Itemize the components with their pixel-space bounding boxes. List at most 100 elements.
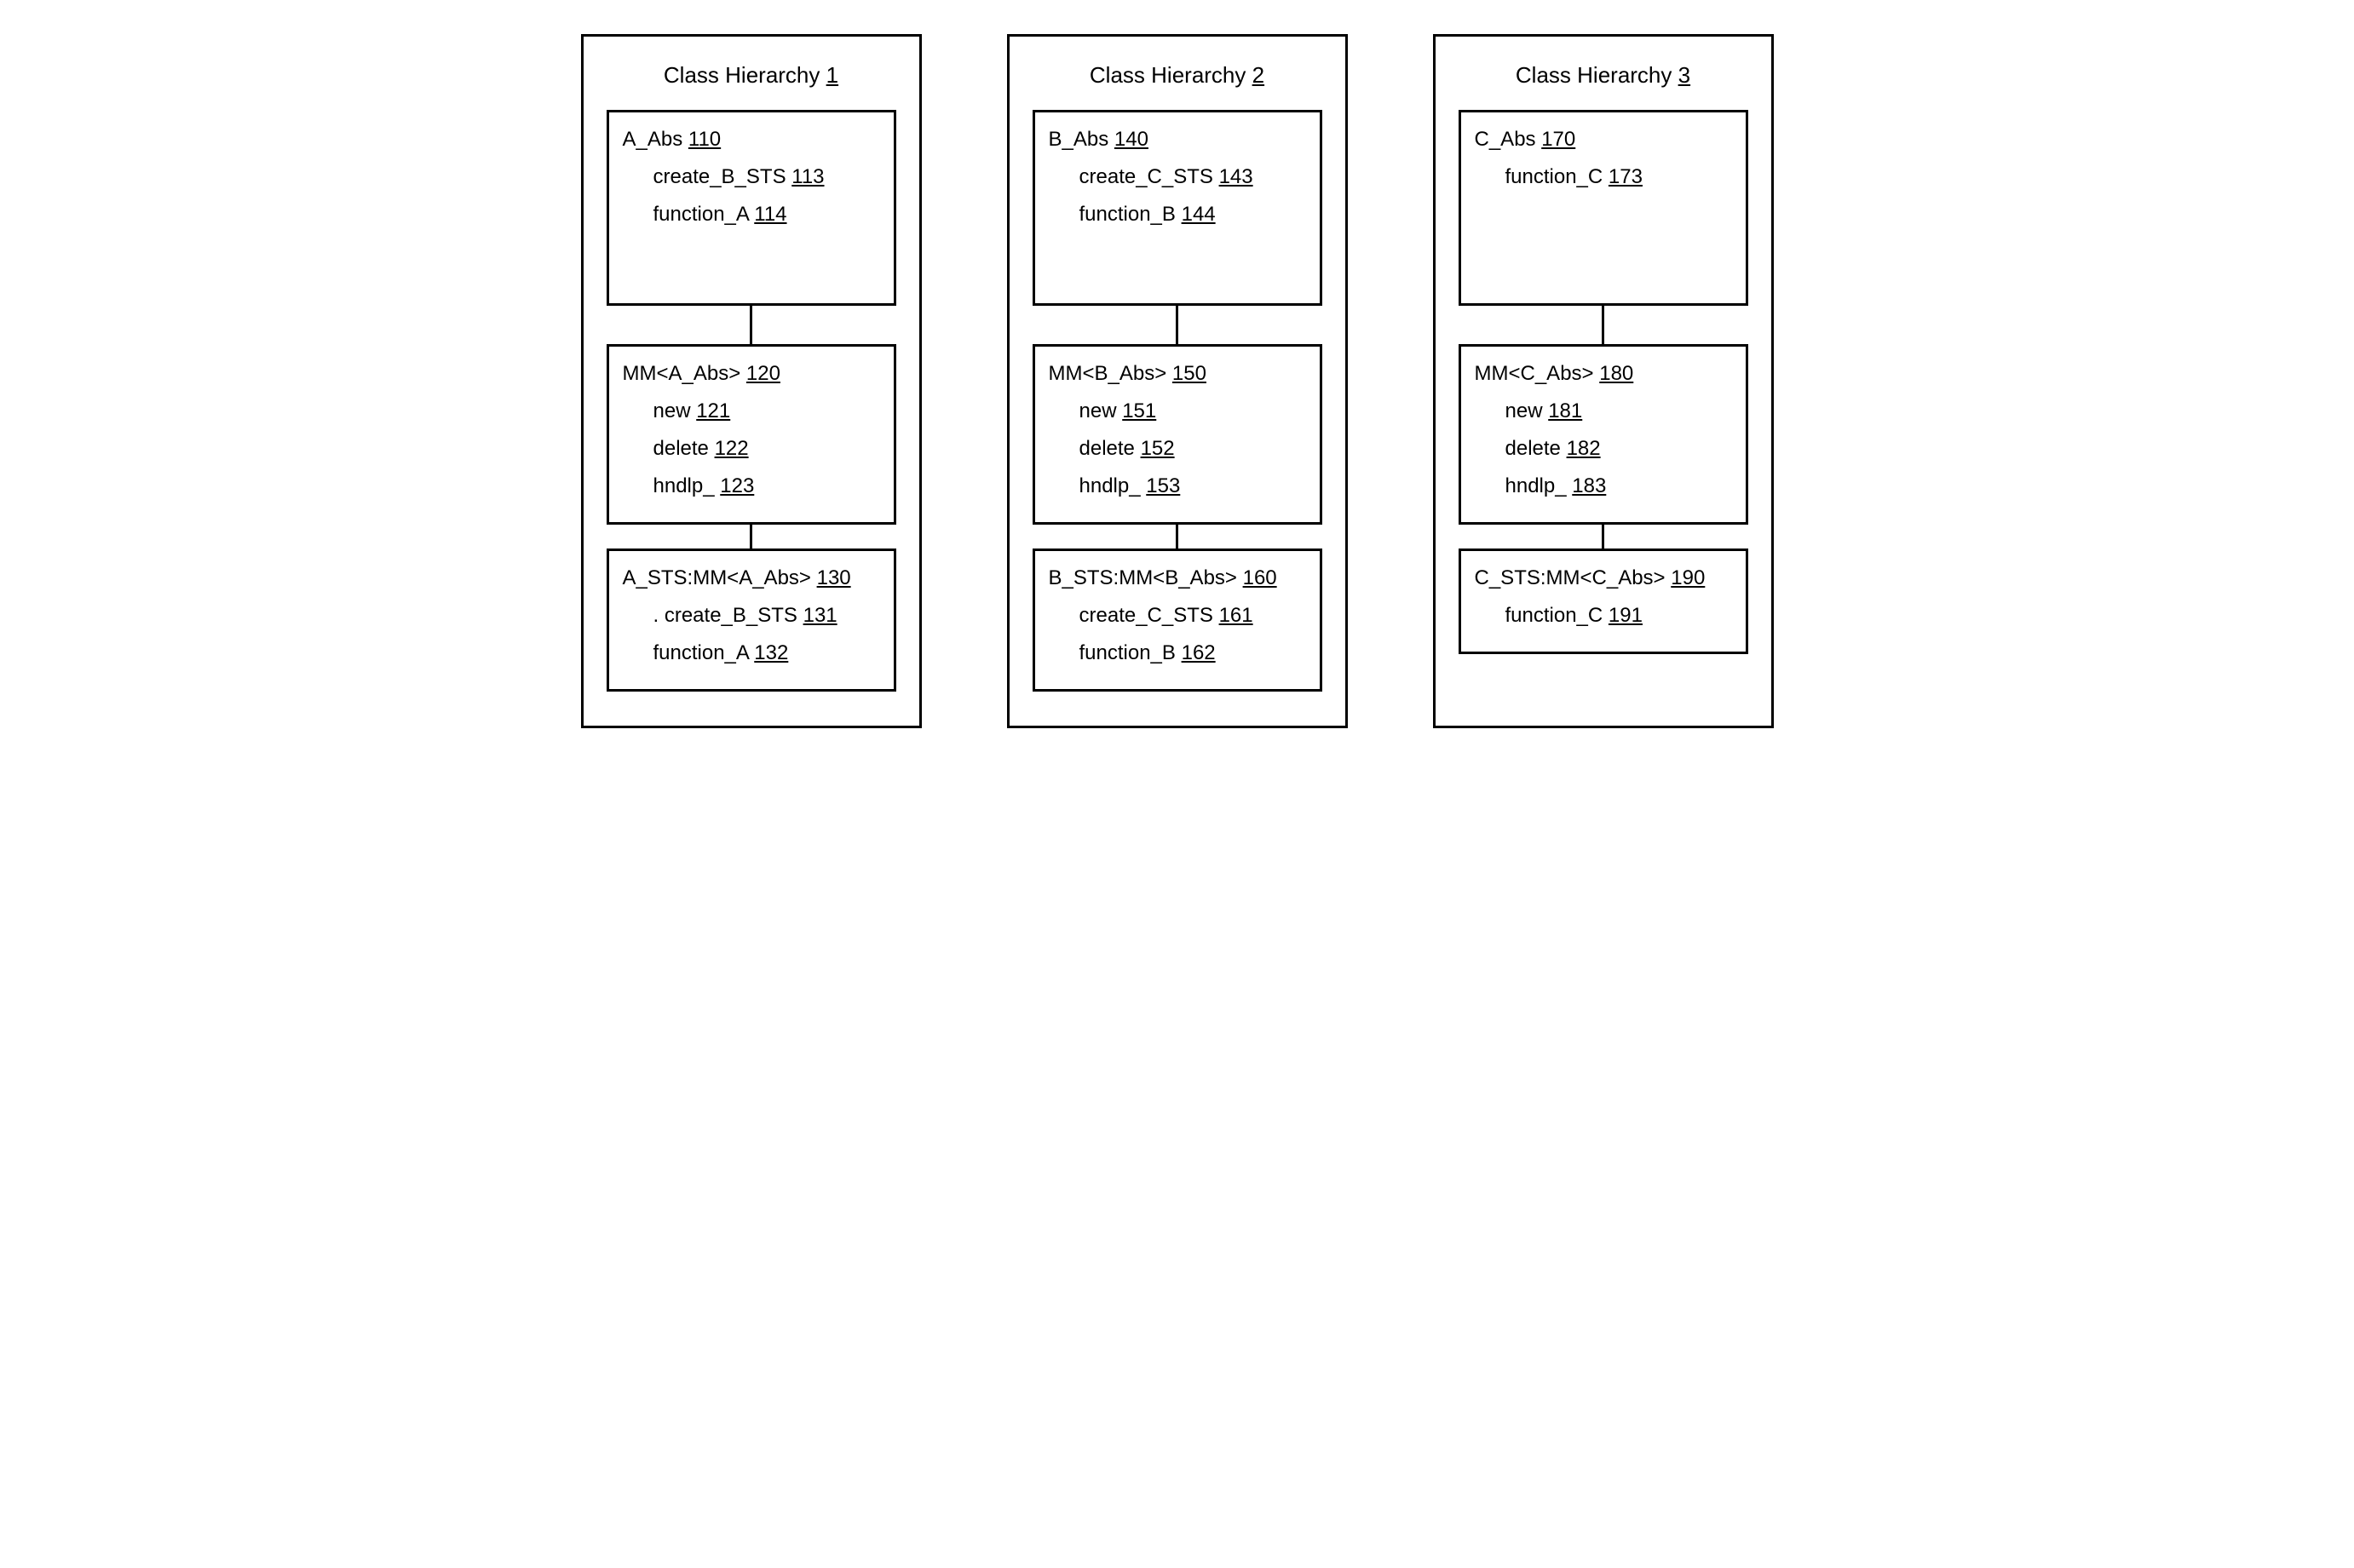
member-name: hndlp_ (1505, 474, 1573, 497)
class-ref: 170 (1541, 128, 1575, 151)
class-header: C_Abs 170 (1475, 128, 1732, 152)
title-number: 1 (826, 62, 838, 88)
member-ref: 162 (1182, 641, 1216, 664)
member-name: delete (1079, 437, 1141, 460)
class-header: B_Abs 140 (1049, 128, 1306, 152)
title-prefix: Class Hierarchy (1516, 62, 1678, 88)
member-name: create_C_STS (1079, 165, 1219, 188)
title-prefix: Class Hierarchy (1090, 62, 1252, 88)
member: new 181 (1505, 396, 1732, 427)
class-box-b-abs: B_Abs 140 create_C_STS 143 function_B 14… (1033, 110, 1322, 306)
member-ref: 153 (1146, 474, 1180, 497)
member-ref: 144 (1182, 203, 1216, 226)
member: create_B_STS 131 (653, 600, 880, 631)
connector-line (1602, 306, 1604, 344)
class-box-mm-a-abs: MM<A_Abs> 120 new 121 delete 122 hndlp_ … (607, 344, 896, 525)
member-ref: 151 (1122, 399, 1156, 422)
member-ref: 122 (715, 437, 749, 460)
member: hndlp_ 183 (1505, 471, 1732, 502)
member: new 151 (1079, 396, 1306, 427)
member-name: new (1079, 399, 1123, 422)
member-name: hndlp_ (1079, 474, 1147, 497)
member: hndlp_ 123 (653, 471, 880, 502)
member-name: function_A (653, 641, 755, 664)
connector-line (750, 525, 752, 549)
member-name: hndlp_ (653, 474, 721, 497)
member: new 121 (653, 396, 880, 427)
member-name: delete (653, 437, 715, 460)
class-name: MM<A_Abs> (623, 362, 746, 385)
member-ref: 123 (720, 474, 754, 497)
class-name: MM<B_Abs> (1049, 362, 1172, 385)
member: hndlp_ 153 (1079, 471, 1306, 502)
class-name: A_Abs (623, 128, 688, 151)
member: create_C_STS 161 (1079, 600, 1306, 631)
class-box-c-abs: C_Abs 170 function_C 173 (1459, 110, 1748, 306)
member-ref: 143 (1219, 165, 1253, 188)
member: create_B_STS 113 (653, 162, 880, 192)
member-ref: 181 (1548, 399, 1582, 422)
class-header: B_STS:MM<B_Abs> 160 (1049, 566, 1306, 590)
connector-line (1176, 525, 1178, 549)
member: create_C_STS 143 (1079, 162, 1306, 192)
hierarchy-title: Class Hierarchy 2 (1090, 62, 1264, 89)
member: function_C 173 (1505, 162, 1732, 192)
title-prefix: Class Hierarchy (664, 62, 826, 88)
connector-line (1602, 525, 1604, 549)
class-ref: 110 (688, 128, 721, 151)
class-ref: 180 (1599, 362, 1633, 385)
class-name: C_STS:MM<C_Abs> (1475, 566, 1672, 589)
class-box-mm-b-abs: MM<B_Abs> 150 new 151 delete 152 hndlp_ … (1033, 344, 1322, 525)
member-name: delete (1505, 437, 1567, 460)
member: function_B 144 (1079, 199, 1306, 230)
member-name: function_A (653, 203, 755, 226)
class-box-b-sts: B_STS:MM<B_Abs> 160 create_C_STS 161 fun… (1033, 549, 1322, 692)
member: delete 152 (1079, 434, 1306, 464)
class-header: MM<B_Abs> 150 (1049, 362, 1306, 386)
class-header: MM<C_Abs> 180 (1475, 362, 1732, 386)
member-name: new (653, 399, 697, 422)
class-name: A_STS:MM<A_Abs> (623, 566, 817, 589)
class-box-a-abs: A_Abs 110 create_B_STS 113 function_A 11… (607, 110, 896, 306)
class-header: A_Abs 110 (623, 128, 880, 152)
connector-line (1176, 306, 1178, 344)
class-ref: 190 (1671, 566, 1705, 589)
class-name: C_Abs (1475, 128, 1542, 151)
member: delete 182 (1505, 434, 1732, 464)
hierarchy-title: Class Hierarchy 1 (664, 62, 838, 89)
member-ref: 113 (791, 165, 824, 188)
class-ref: 130 (817, 566, 851, 589)
class-header: C_STS:MM<C_Abs> 190 (1475, 566, 1732, 590)
member: delete 122 (653, 434, 880, 464)
member: function_A 132 (653, 638, 880, 669)
member-ref: 121 (696, 399, 730, 422)
class-name: MM<C_Abs> (1475, 362, 1600, 385)
member-ref: 131 (803, 604, 837, 627)
class-header: MM<A_Abs> 120 (623, 362, 880, 386)
class-ref: 150 (1172, 362, 1206, 385)
class-ref: 140 (1114, 128, 1148, 151)
class-box-mm-c-abs: MM<C_Abs> 180 new 181 delete 182 hndlp_ … (1459, 344, 1748, 525)
class-box-a-sts: A_STS:MM<A_Abs> 130 create_B_STS 131 fun… (607, 549, 896, 692)
member-name: create_C_STS (1079, 604, 1219, 627)
member-name: function_B (1079, 641, 1182, 664)
hierarchy-title: Class Hierarchy 3 (1516, 62, 1690, 89)
member-name: function_C (1505, 165, 1609, 188)
connector-line (750, 306, 752, 344)
member-name: create_B_STS (653, 165, 792, 188)
member-ref: 183 (1572, 474, 1606, 497)
member-name: function_B (1079, 203, 1182, 226)
member-name: new (1505, 399, 1549, 422)
member: function_A 114 (653, 199, 880, 230)
class-hierarchy-3: Class Hierarchy 3 C_Abs 170 function_C 1… (1433, 34, 1774, 728)
title-number: 2 (1252, 62, 1264, 88)
class-box-c-sts: C_STS:MM<C_Abs> 190 function_C 191 (1459, 549, 1748, 654)
member-ref: 191 (1609, 604, 1643, 627)
member-name: function_C (1505, 604, 1609, 627)
member: function_B 162 (1079, 638, 1306, 669)
class-name: B_STS:MM<B_Abs> (1049, 566, 1243, 589)
class-hierarchy-2: Class Hierarchy 2 B_Abs 140 create_C_STS… (1007, 34, 1348, 728)
member-ref: 161 (1219, 604, 1253, 627)
member-ref: 182 (1567, 437, 1601, 460)
member-name: create_B_STS (665, 604, 803, 627)
